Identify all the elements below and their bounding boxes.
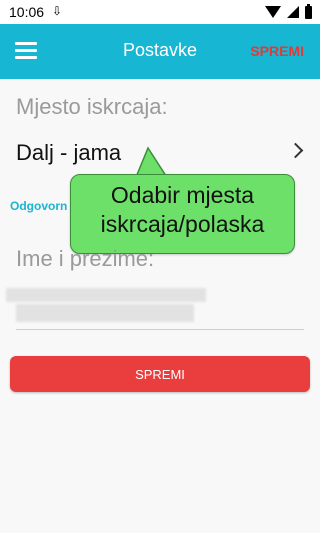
blurred-name-bottom bbox=[16, 304, 194, 322]
tooltip-text: Odabir mjesta iskrcaja/polaska bbox=[100, 182, 265, 237]
save-toolbar-button[interactable]: SPREMI bbox=[250, 43, 304, 59]
location-value: Dalj - jama bbox=[16, 140, 122, 165]
name-label: Ime i prezime: bbox=[16, 246, 155, 271]
status-bar: 10:06 ⇩ bbox=[0, 0, 320, 24]
app-bar: Postavke SPREMI bbox=[0, 24, 320, 79]
location-label: Mjesto iskrcaja: bbox=[16, 94, 168, 119]
tooltip-bubble: Odabir mjesta iskrcaja/polaska bbox=[70, 174, 295, 254]
blurred-name-top bbox=[6, 288, 206, 302]
wifi-icon bbox=[265, 6, 281, 18]
battery-icon bbox=[305, 3, 312, 19]
status-icons bbox=[265, 3, 312, 20]
status-time: 10:06 bbox=[9, 4, 45, 20]
save-button[interactable]: SPREMI bbox=[10, 356, 310, 392]
download-arrow-icon: ⇩ bbox=[52, 4, 63, 18]
chevron-right-icon bbox=[287, 142, 304, 159]
cell-signal-icon bbox=[287, 6, 299, 18]
name-underline bbox=[16, 329, 304, 330]
responsible-link[interactable]: Odgovorn bbox=[10, 199, 67, 213]
